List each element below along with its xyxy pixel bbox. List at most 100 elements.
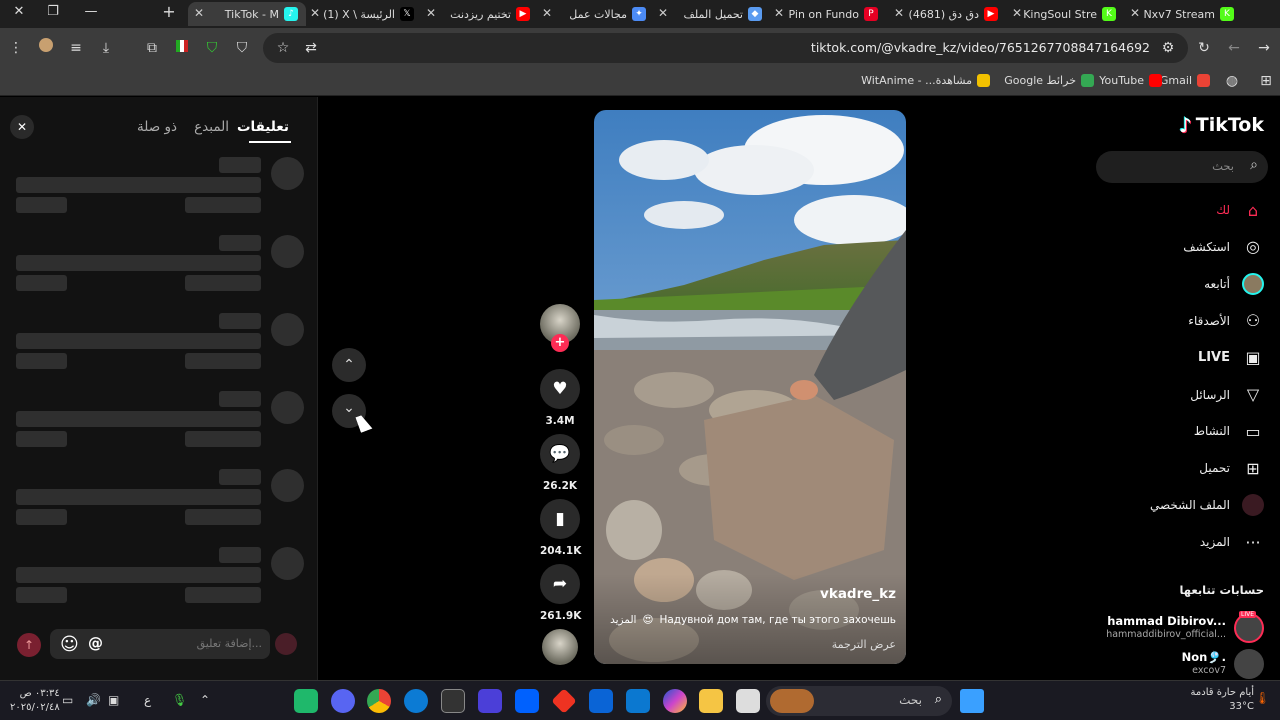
extension-flag-icon[interactable] [172, 38, 192, 58]
creator-avatar[interactable]: + [540, 304, 580, 352]
app-icon-green[interactable] [294, 689, 318, 713]
like-button[interactable]: ♥ 3.4M [540, 369, 580, 427]
share-button[interactable]: ➦ 261.9K [540, 564, 581, 622]
close-tab-icon[interactable]: ✕ [310, 6, 320, 20]
restore-window-button[interactable]: ❐ [34, 0, 72, 28]
store-icon[interactable] [626, 689, 650, 713]
address-bar[interactable]: ☆ ⇄ tiktok.com/@vkadre_kz/video/76512677… [263, 33, 1188, 63]
chrome-icon[interactable] [367, 689, 391, 713]
apps-grid-icon[interactable]: ⊞ [1256, 71, 1276, 91]
app-icon-white[interactable] [736, 689, 760, 713]
more-link[interactable]: المزيد [610, 614, 636, 626]
close-comments-button[interactable]: ✕ [10, 115, 34, 139]
menu-icon[interactable]: ⋮ [6, 38, 26, 58]
bookmark-item[interactable]: مشاهدة... - WitAnime [861, 74, 990, 87]
sidebar-item[interactable]: أتابعه [1204, 272, 1264, 295]
browser-tab[interactable]: ✕ (1) X \ الرئيسة 𝕏 [304, 2, 422, 26]
forward-icon[interactable]: ← [1224, 38, 1244, 58]
browser-tab[interactable]: ✕ Nxv7 Stream K [1124, 2, 1242, 26]
tab-related[interactable]: ذو صلة [137, 119, 177, 135]
follow-button[interactable]: + [551, 334, 569, 352]
sidebar-item[interactable]: ▭ النشاط [1194, 420, 1264, 442]
browser-tab[interactable]: ✕ مجالات عمل ✦ [536, 2, 654, 26]
volume-icon[interactable]: 🔊 [86, 693, 101, 707]
sidebar-item[interactable]: ▣ LIVE [1198, 347, 1264, 369]
sidebar-item[interactable]: ◎ استكشف [1183, 236, 1264, 258]
close-tab-icon[interactable]: ✕ [542, 6, 552, 20]
outlook-icon[interactable] [589, 689, 613, 713]
browser-tab[interactable]: ✕ Pin on Fundo P [768, 2, 886, 26]
copilot-icon[interactable] [663, 689, 687, 713]
emoji-icon[interactable]: ☺ [60, 634, 79, 655]
browser-tab[interactable]: ✕ KingSoul Stre K [1006, 2, 1124, 26]
extension-icon[interactable] [36, 38, 56, 58]
search-icon[interactable]: ⌕ [1250, 157, 1258, 173]
comment-button[interactable]: 💬 26.2K [540, 434, 580, 492]
browser-tab[interactable]: ✕ تحميل الملف ◆ [652, 2, 770, 26]
extensions-puzzle-icon[interactable]: ⧉ [142, 38, 162, 58]
language-indicator[interactable]: ع [144, 693, 151, 707]
sidebar-item[interactable]: ⌂ لك [1216, 199, 1264, 221]
epic-games-icon[interactable] [441, 689, 465, 713]
discord-icon[interactable] [331, 689, 355, 713]
translate-link[interactable]: عرض الترجمة [832, 638, 896, 651]
following-account[interactable]: hammad Dibirov... hammaddibirov_official.… [1106, 611, 1264, 643]
close-tab-icon[interactable]: ✕ [774, 6, 784, 20]
edge-icon[interactable] [404, 689, 428, 713]
video-username[interactable]: vkadre_kz [820, 586, 896, 602]
app-icon-red[interactable] [551, 688, 577, 714]
bookmark-star-icon[interactable]: ☆ [273, 38, 293, 58]
minimize-window-button[interactable]: — [72, 0, 110, 28]
close-tab-icon[interactable]: ✕ [1130, 6, 1140, 20]
sidebar-item[interactable]: الملف الشخصي [1150, 494, 1264, 517]
mention-icon[interactable]: @ [88, 634, 103, 652]
network-icon[interactable]: ▣ [108, 693, 119, 707]
close-window-button[interactable]: ✕ [0, 0, 38, 28]
shield-icon[interactable]: ⛉ [232, 38, 252, 58]
sidebar-item[interactable]: ··· المزيد [1200, 531, 1264, 553]
close-tab-icon[interactable]: ✕ [194, 6, 204, 20]
battery-icon[interactable]: ▭ [62, 693, 73, 707]
site-settings-icon[interactable]: ⚙ [1158, 38, 1178, 58]
sidebar-item[interactable]: ⚇ الأصدقاء [1188, 310, 1264, 332]
close-tab-icon[interactable]: ✕ [426, 6, 436, 20]
file-explorer-icon[interactable] [699, 689, 723, 713]
bookmark-item[interactable]: خرائط Google [1004, 74, 1094, 87]
taskbar-search[interactable]: ⌕ بحث [766, 686, 952, 716]
video-player[interactable]: vkadre_kz المزيد 😍 Надувной дом там, где… [594, 110, 906, 664]
browser-tab[interactable]: ✕ تختيم ريزدنت ▶ [420, 2, 538, 26]
close-tab-icon[interactable]: ✕ [658, 6, 668, 20]
bookmark-item[interactable]: YouTube [1099, 74, 1162, 87]
close-tab-icon[interactable]: ✕ [1012, 6, 1022, 20]
microphone-icon[interactable]: 🎙 [172, 693, 187, 707]
tab-creator[interactable]: المبدع [194, 119, 229, 135]
sound-disc[interactable] [540, 629, 580, 665]
globe-icon[interactable]: ◍ [1222, 71, 1242, 91]
shield-green-icon[interactable]: ⛉ [202, 38, 222, 58]
reading-list-icon[interactable]: ≡ [66, 38, 86, 58]
following-account[interactable]: Non🎐. excov7 [1182, 649, 1264, 679]
tiktok-logo[interactable]: ♪ TikTok [1179, 113, 1264, 137]
browser-tab[interactable]: ✕ (4681) دق دق ▶ [888, 2, 1006, 26]
weather-widget[interactable]: أيام حارة قادمة 33°C [1191, 686, 1254, 714]
new-tab-button[interactable]: + [150, 0, 188, 28]
translate-icon[interactable]: ⇄ [301, 38, 321, 58]
search-box[interactable]: ⌕ بحث [1096, 151, 1268, 183]
reload-icon[interactable]: ↻ [1194, 38, 1214, 58]
bookmark-item[interactable]: Gmail [1160, 74, 1210, 87]
comment-input[interactable]: ☺ @ إضافة تعليق... [50, 629, 270, 659]
dropbox-icon[interactable] [515, 689, 539, 713]
tab-comments[interactable]: تعليقات [237, 119, 289, 135]
app-icon-purple[interactable] [478, 689, 502, 713]
browser-tab[interactable]: ✕ TikTok - M ♪ [188, 2, 306, 26]
back-icon[interactable]: → [1254, 38, 1274, 58]
previous-video-button[interactable]: ⌃ [332, 348, 366, 382]
sidebar-item[interactable]: ⊞ تحميل [1199, 457, 1264, 479]
tray-overflow-icon[interactable]: ⌃ [200, 693, 210, 707]
start-icon[interactable] [960, 689, 984, 713]
sidebar-item[interactable]: ▽ الرسائل [1190, 384, 1264, 406]
download-icon[interactable]: ⤓ [96, 38, 116, 58]
save-button[interactable]: ▮ 204.1K [540, 499, 581, 557]
send-comment-button[interactable]: ↑ [17, 633, 41, 657]
clock[interactable]: ٠٣:٣٤ ص ٢٠٢٥/٠٢/٤٨ [10, 687, 60, 715]
